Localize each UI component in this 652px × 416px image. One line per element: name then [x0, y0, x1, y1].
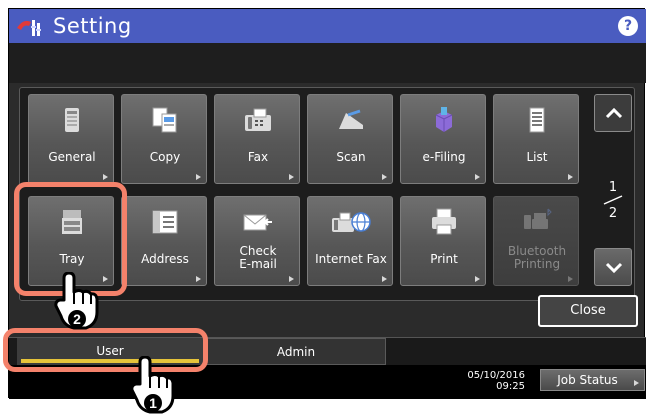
- print-icon: [432, 208, 456, 235]
- expand-arrow-icon: [196, 174, 201, 180]
- tab-admin[interactable]: Admin: [206, 338, 386, 365]
- step-2-badge: 2: [73, 311, 81, 327]
- copy-label: Copy: [149, 150, 181, 164]
- address-button[interactable]: Address: [121, 196, 207, 286]
- user-tab-highlight: [3, 328, 208, 372]
- expand-arrow-icon: [289, 174, 294, 180]
- pointer-hand-icon: 1: [130, 356, 175, 414]
- print-label: Print: [430, 252, 458, 266]
- chevron-up-icon: [605, 107, 623, 119]
- fax-label: Fax: [247, 150, 269, 164]
- scan-icon: [339, 109, 363, 129]
- expand-arrow-icon: [382, 174, 387, 180]
- print-button[interactable]: Print: [400, 196, 486, 286]
- e-filing-icon: [435, 107, 453, 132]
- internet-fax-icon: [332, 212, 371, 232]
- e-filing-button[interactable]: e-Filing: [400, 94, 486, 184]
- job-status-button[interactable]: Job Status: [540, 369, 645, 391]
- fax-icon: [245, 108, 271, 131]
- check-email-button[interactable]: Check E-mail: [214, 196, 300, 286]
- list-label: List: [526, 150, 548, 164]
- time-text: 09:25: [496, 381, 525, 392]
- date-text: 05/10/2016: [467, 370, 525, 381]
- page-separator: [603, 195, 623, 205]
- tab-admin-label: Admin: [276, 345, 316, 359]
- expand-arrow-icon: [382, 276, 387, 282]
- close-button[interactable]: Close: [538, 295, 638, 327]
- check-email-label: Check E-mail: [239, 244, 277, 271]
- date-time: 05/10/2016 09:25: [449, 370, 525, 392]
- address-label: Address: [141, 252, 189, 266]
- check-email-icon: [243, 214, 272, 231]
- internet-fax-button[interactable]: Internet Fax: [307, 196, 393, 286]
- e-filing-label: e-Filing: [422, 150, 466, 164]
- page-current: 1: [608, 180, 618, 195]
- expand-arrow-icon: [568, 174, 573, 180]
- page-title: Setting: [53, 14, 132, 38]
- general-button[interactable]: General: [28, 94, 114, 184]
- title-bar: Setting ?: [9, 9, 646, 43]
- expand-arrow-icon: [289, 276, 294, 282]
- expand-arrow-icon: [634, 380, 639, 386]
- address-icon: [152, 210, 178, 234]
- pointer-hand-icon: 2: [54, 272, 99, 330]
- bluetooth-printing-button: Bluetooth Printing: [493, 196, 579, 286]
- list-button[interactable]: List: [493, 94, 579, 184]
- list-icon: [529, 107, 545, 133]
- job-status-label: Job Status: [557, 373, 618, 387]
- scroll-down-button[interactable]: [594, 248, 632, 286]
- bluetooth-printing-label: Bluetooth Printing: [507, 244, 567, 271]
- expand-arrow-icon: [103, 174, 108, 180]
- general-icon: [65, 108, 79, 132]
- page-total: 2: [608, 206, 618, 221]
- expand-arrow-icon: [196, 276, 201, 282]
- expand-arrow-icon: [475, 276, 480, 282]
- setting-app-icon: [17, 20, 41, 36]
- internet-fax-label: Internet Fax: [315, 252, 387, 266]
- copy-button[interactable]: Copy: [121, 94, 207, 184]
- message-area: [9, 43, 646, 83]
- scroll-up-button[interactable]: [594, 94, 632, 132]
- fax-button[interactable]: Fax: [214, 94, 300, 184]
- expand-arrow-icon: [568, 276, 573, 282]
- general-label: General: [48, 150, 96, 164]
- help-button[interactable]: ?: [618, 16, 638, 36]
- copy-icon: [152, 107, 177, 133]
- chevron-down-icon: [605, 262, 623, 274]
- bluetooth-printing-icon: [524, 208, 552, 229]
- scan-label: Scan: [336, 150, 366, 164]
- expand-arrow-icon: [475, 174, 480, 180]
- scan-button[interactable]: Scan: [307, 94, 393, 184]
- step-1-badge: 1: [149, 395, 157, 411]
